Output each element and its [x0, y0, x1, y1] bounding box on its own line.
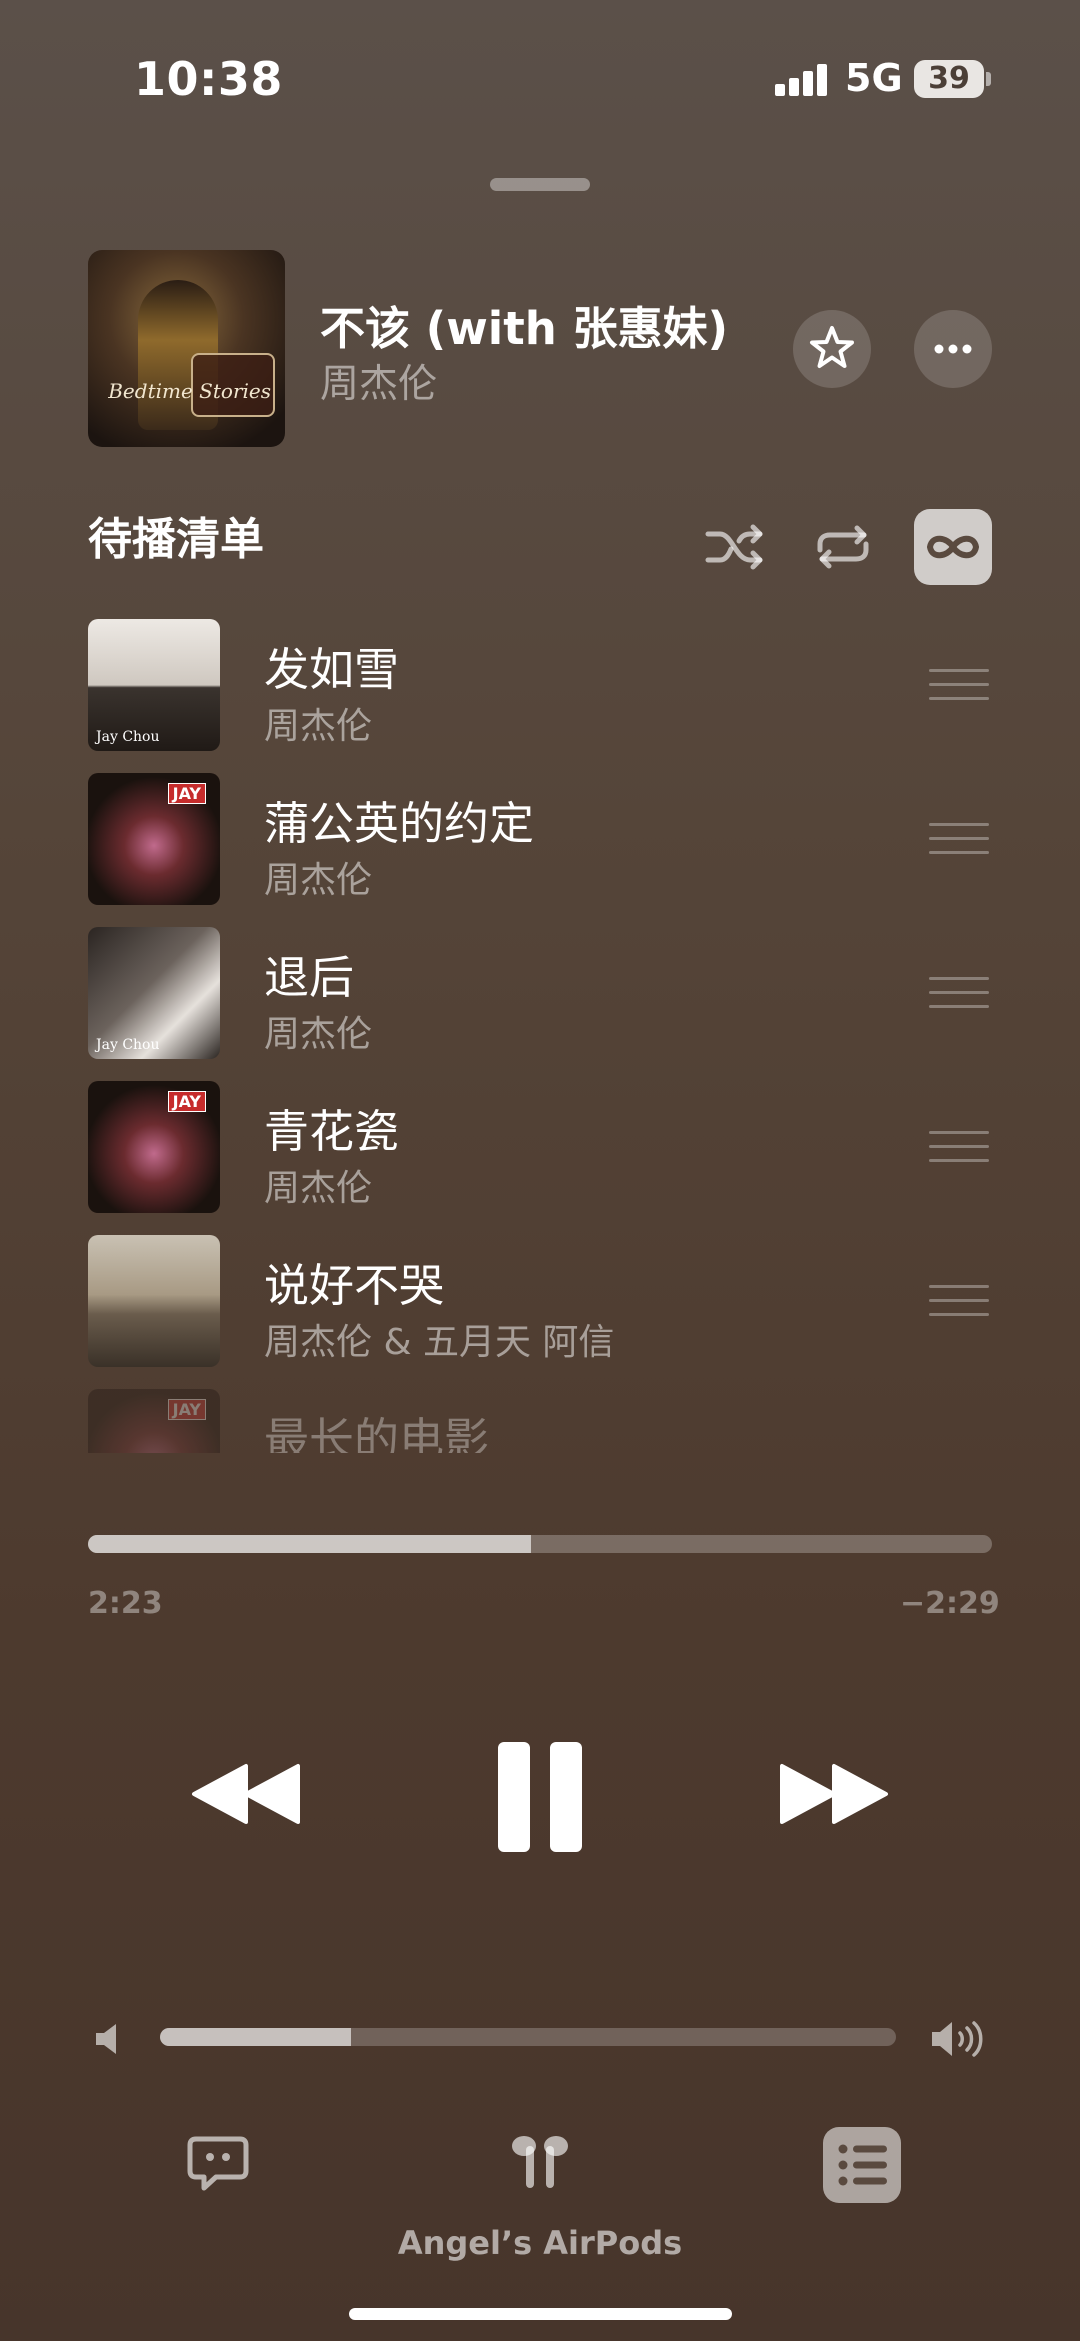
volume-low-icon [94, 2022, 124, 2056]
scrubber-fill [88, 1535, 531, 1553]
sheet-grabber[interactable] [490, 178, 590, 191]
track-title: 青花瓷 [264, 1105, 400, 1158]
reorder-handle-icon[interactable] [929, 1285, 989, 1319]
repeat-icon [817, 525, 869, 569]
track-artist: 周杰伦 [264, 706, 373, 747]
track-title: 发如雪 [264, 643, 400, 696]
lyrics-button[interactable] [186, 2133, 250, 2193]
queue-heading: 待播清单 [88, 514, 264, 565]
list-item[interactable]: Jay Chou 退后 周杰伦 [0, 927, 1080, 1081]
autoplay-toggle[interactable] [914, 509, 992, 585]
audio-route-label[interactable]: Angel’s AirPods [0, 2224, 1080, 2262]
home-indicator[interactable] [349, 2308, 732, 2320]
more-button[interactable] [914, 310, 992, 388]
airplay-button[interactable] [509, 2132, 571, 2194]
playback-scrubber[interactable] [88, 1535, 992, 1553]
reorder-handle-icon[interactable] [929, 669, 989, 703]
artwork-text: JAY [167, 783, 206, 804]
album-artwork: JAY [88, 773, 220, 905]
track-artist: 周杰伦 [264, 860, 373, 901]
list-item[interactable]: Jay Chou 发如雪 周杰伦 [0, 619, 1080, 773]
track-artist: 周杰伦 [264, 1014, 373, 1055]
shuffle-icon [705, 524, 763, 570]
track-artist: 周杰伦 & 五月天 阿信 [264, 1322, 615, 1363]
track-artist: 周杰伦 [264, 1168, 373, 1209]
list-item[interactable]: JAY 青花瓷 周杰伦 [0, 1081, 1080, 1235]
status-time: 10:38 [134, 52, 283, 106]
remaining-time: −2:29 [900, 1586, 1000, 1621]
previous-track-button[interactable] [190, 1762, 302, 1826]
network-type: 5G [845, 56, 903, 100]
track-title: 蒲公英的约定 [264, 797, 535, 850]
reorder-handle-icon[interactable] [929, 823, 989, 857]
battery-nub [986, 72, 991, 86]
artwork-text: Jay Chou [96, 1037, 160, 1053]
now-playing-artist[interactable]: 周杰伦 [320, 353, 437, 409]
cellular-signal-icon [775, 62, 829, 96]
volume-slider[interactable] [160, 2028, 896, 2046]
star-icon [810, 326, 854, 368]
now-playing-title: 不该 (with 张惠妹) [320, 302, 729, 355]
album-artwork [88, 1235, 220, 1367]
album-artwork: Jay Chou [88, 619, 220, 751]
battery-icon: 39 [914, 60, 984, 98]
infinity-icon [926, 535, 980, 559]
track-title: 退后 [264, 951, 355, 1004]
list-item[interactable]: JAY 蒲公英的约定 周杰伦 [0, 773, 1080, 927]
pause-icon-bar [550, 1742, 582, 1852]
artwork-text: JAY [167, 1091, 206, 1112]
backward-icon [192, 1764, 300, 1824]
track-title: 说好不哭 [264, 1259, 445, 1312]
track-title: 最长的电影 [264, 1413, 490, 1453]
artwork-text: JAY [167, 1399, 206, 1420]
album-artwork: JAY [88, 1081, 220, 1213]
lyrics-quote-icon [187, 2136, 249, 2191]
repeat-button[interactable] [808, 512, 878, 582]
list-item[interactable]: JAY 最长的电影 [0, 1389, 1080, 1453]
artwork-text: Jay Chou [96, 729, 160, 745]
favorite-button[interactable] [793, 310, 871, 388]
queue-button[interactable] [823, 2127, 901, 2203]
next-track-button[interactable] [778, 1762, 890, 1826]
now-playing-artwork: Bedtime Stories [88, 250, 285, 447]
airpods-icon [512, 2136, 568, 2188]
list-item[interactable]: 说好不哭 周杰伦 & 五月天 阿信 [0, 1235, 1080, 1389]
album-artwork: JAY [88, 1389, 220, 1453]
shuffle-button[interactable] [700, 512, 770, 582]
volume-high-icon [930, 2018, 986, 2060]
list-icon [838, 2144, 887, 2186]
ellipsis-icon [934, 344, 972, 354]
pause-button[interactable] [498, 1742, 582, 1852]
forward-icon [780, 1764, 888, 1824]
artwork-text: Bedtime Stories [108, 379, 271, 403]
volume-fill [160, 2028, 352, 2046]
elapsed-time: 2:23 [88, 1586, 163, 1621]
album-artwork: Jay Chou [88, 927, 220, 1059]
reorder-handle-icon[interactable] [929, 977, 989, 1011]
reorder-handle-icon[interactable] [929, 1131, 989, 1165]
pause-icon [498, 1742, 530, 1852]
